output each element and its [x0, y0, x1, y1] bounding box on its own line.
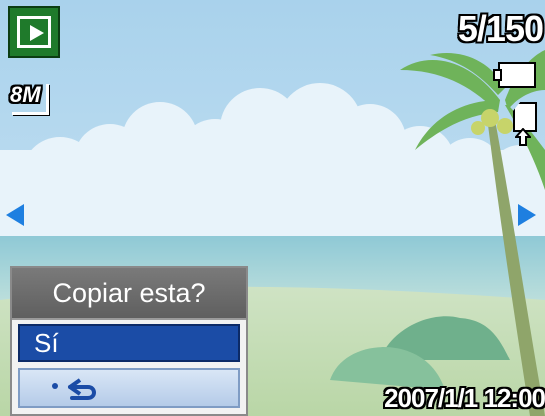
date-time-stamp: 2007/1/1 12:00	[384, 383, 545, 413]
image-counter: 5/150	[457, 8, 544, 49]
left-arrow-icon[interactable]	[6, 204, 24, 226]
camera-lcd-screen: 5/150 8M 2007/1/1 12:00 Copiar esta? Sí	[0, 0, 545, 416]
card-arrow-icon	[515, 128, 531, 146]
resolution-badge: 8M	[10, 82, 41, 107]
option-yes-button[interactable]: Sí	[18, 324, 240, 362]
back-return-icon	[52, 378, 96, 400]
dialog-title: Copiar esta?	[12, 268, 246, 320]
right-arrow-icon[interactable]	[518, 204, 536, 226]
copy-dialog: Copiar esta? Sí	[10, 266, 248, 416]
option-back-button[interactable]	[18, 368, 240, 408]
playback-mode-icon	[8, 6, 60, 58]
battery-full-icon	[493, 62, 536, 88]
